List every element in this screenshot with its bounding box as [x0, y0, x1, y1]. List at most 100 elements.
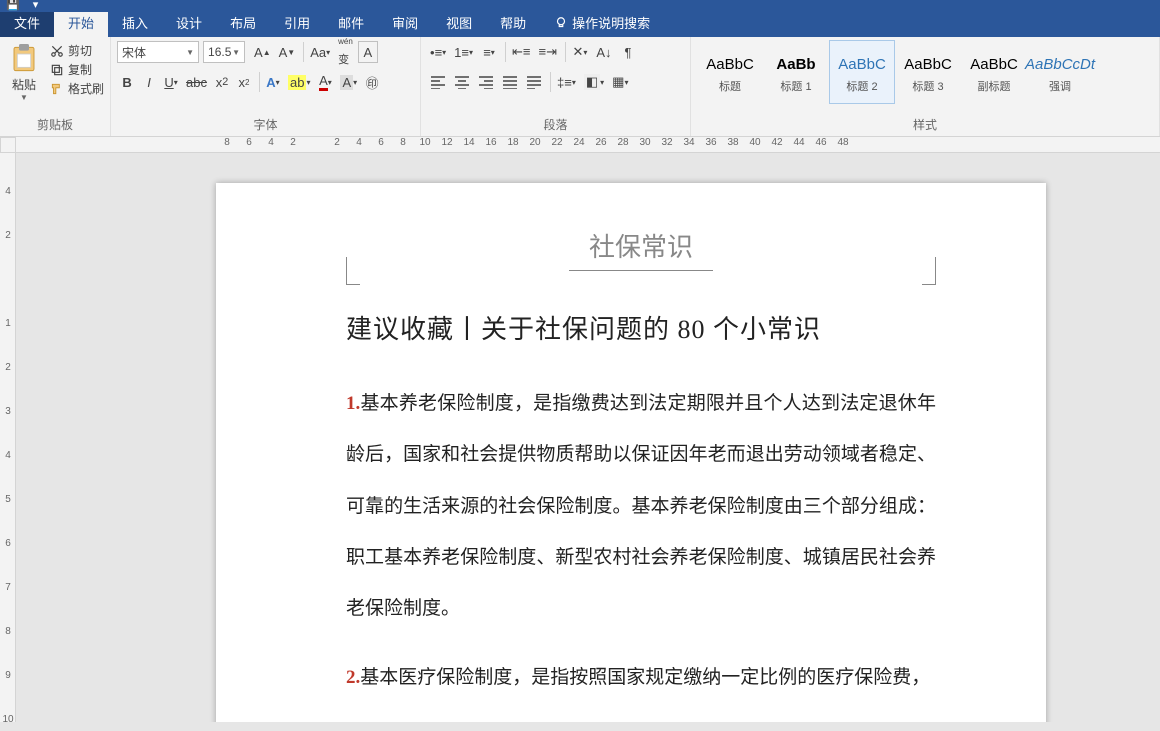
group-styles-label: 样式: [697, 117, 1153, 135]
style-name: 副标题: [978, 78, 1011, 94]
style-item-标题2[interactable]: AaBbC标题 2: [829, 40, 895, 104]
highlight-button[interactable]: ab▾: [285, 71, 313, 93]
style-item-标题1[interactable]: AaBb标题 1: [763, 40, 829, 104]
decrease-indent-button[interactable]: ⇤≡: [509, 41, 533, 63]
paste-label: 粘贴: [12, 76, 36, 93]
character-border-button[interactable]: A: [358, 41, 378, 63]
align-center-button[interactable]: [451, 71, 473, 93]
phonetic-guide-button[interactable]: wén变: [335, 41, 356, 63]
tab-layout[interactable]: 布局: [216, 9, 270, 37]
tab-design[interactable]: 设计: [162, 9, 216, 37]
copy-label: 复制: [68, 61, 92, 78]
ruler-corner: [0, 137, 16, 153]
shading-button[interactable]: ◧▾: [581, 71, 607, 93]
copy-button[interactable]: 复制: [50, 61, 104, 78]
align-left-icon: [430, 75, 446, 89]
justify-icon: [502, 75, 518, 89]
doc-paragraph-1[interactable]: 1.基本养老保险制度，是指缴费达到法定期限并且个人达到法定退休年龄后，国家和社会…: [346, 378, 936, 634]
paste-button[interactable]: 粘贴 ▼: [6, 40, 44, 102]
document-page[interactable]: 社保常识 建议收藏丨关于社保问题的 80 个小常识 1.基本养老保险制度，是指缴…: [216, 183, 1046, 722]
tab-help[interactable]: 帮助: [486, 9, 540, 37]
style-name: 标题: [719, 78, 741, 94]
text-effects-button[interactable]: A▾: [263, 71, 283, 93]
para2-text: 基本医疗保险制度，是指按照国家规定缴纳一定比例的医疗保险费，: [360, 667, 930, 688]
tab-file[interactable]: 文件: [0, 9, 54, 37]
superscript-button[interactable]: x2: [234, 71, 254, 93]
bullets-button[interactable]: •≡▾: [427, 41, 449, 63]
doc-paragraph-2[interactable]: 2.基本医疗保险制度，是指按照国家规定缴纳一定比例的医疗保险费，: [346, 652, 936, 703]
horizontal-ruler[interactable]: 8642246810121416182022242628303234363840…: [16, 137, 1160, 153]
page-viewport[interactable]: 社保常识 建议收藏丨关于社保问题的 80 个小常识 1.基本养老保险制度，是指缴…: [16, 153, 1160, 722]
style-preview: AaBbC: [904, 50, 952, 78]
format-painter-label: 格式刷: [68, 80, 104, 97]
font-color-button[interactable]: A▾: [315, 71, 335, 93]
numbering-button[interactable]: 1≡▾: [451, 41, 476, 63]
enclose-characters-button[interactable]: ㊞: [362, 71, 382, 93]
justify-button[interactable]: [499, 71, 521, 93]
style-item-副标题[interactable]: AaBbC副标题: [961, 40, 1027, 104]
doc-heading[interactable]: 建议收藏丨关于社保问题的 80 个小常识: [346, 309, 936, 346]
group-font-label: 字体: [117, 117, 414, 135]
tab-insert[interactable]: 插入: [108, 9, 162, 37]
asian-layout-button[interactable]: ✕▾: [569, 41, 591, 63]
tab-references[interactable]: 引用: [270, 9, 324, 37]
titlebar: 💾 ▾: [0, 0, 1160, 12]
strikethrough-button[interactable]: abc: [183, 71, 210, 93]
list-number-2: 2.: [346, 667, 360, 688]
save-icon[interactable]: 💾: [6, 0, 20, 11]
doc-banner: 社保常识: [346, 227, 936, 271]
distribute-button[interactable]: [523, 71, 545, 93]
style-item-标题3[interactable]: AaBbC标题 3: [895, 40, 961, 104]
tab-home[interactable]: 开始: [54, 9, 108, 37]
line-spacing-button[interactable]: ‡≡▾: [554, 71, 579, 93]
align-center-icon: [454, 75, 470, 89]
align-left-button[interactable]: [427, 71, 449, 93]
lightbulb-icon: [554, 16, 568, 30]
style-item-强调[interactable]: AaBbCcDt强调: [1027, 40, 1093, 104]
scissors-icon: [50, 44, 64, 58]
qat: 💾 ▾: [6, 0, 48, 11]
tab-mailings[interactable]: 邮件: [324, 9, 378, 37]
increase-font-button[interactable]: A▲: [251, 41, 274, 63]
bold-button[interactable]: B: [117, 71, 137, 93]
sort-button[interactable]: A↓: [593, 41, 615, 63]
align-right-button[interactable]: [475, 71, 497, 93]
style-name: 强调: [1049, 78, 1071, 94]
ribbon: 粘贴 ▼ 剪切 复制 格式刷 剪贴板: [0, 37, 1160, 137]
group-paragraph: •≡▾ 1≡▾ ≡▾ ⇤≡ ≡⇥ ✕▾ A↓ ¶: [421, 37, 691, 136]
show-marks-button[interactable]: ¶: [617, 41, 639, 63]
qat-dropdown-icon[interactable]: ▾: [33, 0, 39, 11]
tell-me-label: 操作说明搜索: [572, 13, 650, 32]
chevron-down-icon: ▼: [232, 48, 240, 57]
underline-button[interactable]: U▾: [161, 71, 181, 93]
change-case-button[interactable]: Aa▾: [307, 41, 333, 63]
style-preview: AaBbC: [970, 50, 1018, 78]
tab-tell-me[interactable]: 操作说明搜索: [540, 9, 664, 37]
group-styles: AaBbC标题AaBb标题 1AaBbC标题 2AaBbC标题 3AaBbC副标…: [691, 37, 1160, 136]
decrease-font-button[interactable]: A▼: [276, 41, 299, 63]
borders-button[interactable]: ▦▾: [609, 71, 631, 93]
styles-gallery[interactable]: AaBbC标题AaBb标题 1AaBbC标题 2AaBbC标题 3AaBbC副标…: [697, 40, 1093, 104]
style-name: 标题 2: [846, 78, 877, 94]
tab-review[interactable]: 审阅: [378, 9, 432, 37]
font-size-select[interactable]: 16.5▼: [203, 41, 245, 63]
cut-button[interactable]: 剪切: [50, 42, 104, 59]
character-shading-button[interactable]: A▾: [337, 71, 360, 93]
multilevel-list-button[interactable]: ≡▾: [478, 41, 500, 63]
font-name-select[interactable]: 宋体 ▼: [117, 41, 199, 63]
style-preview: AaBbC: [838, 50, 886, 78]
format-painter-button[interactable]: 格式刷: [50, 80, 104, 97]
list-number-1: 1.: [346, 393, 360, 414]
font-name-value: 宋体: [122, 44, 146, 61]
chevron-down-icon: ▼: [186, 48, 194, 57]
group-clipboard-label: 剪贴板: [6, 117, 104, 135]
style-preview: AaBbC: [706, 50, 754, 78]
style-name: 标题 1: [780, 78, 811, 94]
subscript-button[interactable]: x2: [212, 71, 232, 93]
increase-indent-button[interactable]: ≡⇥: [536, 41, 560, 63]
copy-icon: [50, 63, 64, 77]
vertical-ruler[interactable]: 4212345678910: [0, 153, 16, 722]
style-item-标题[interactable]: AaBbC标题: [697, 40, 763, 104]
tab-view[interactable]: 视图: [432, 9, 486, 37]
italic-button[interactable]: I: [139, 71, 159, 93]
